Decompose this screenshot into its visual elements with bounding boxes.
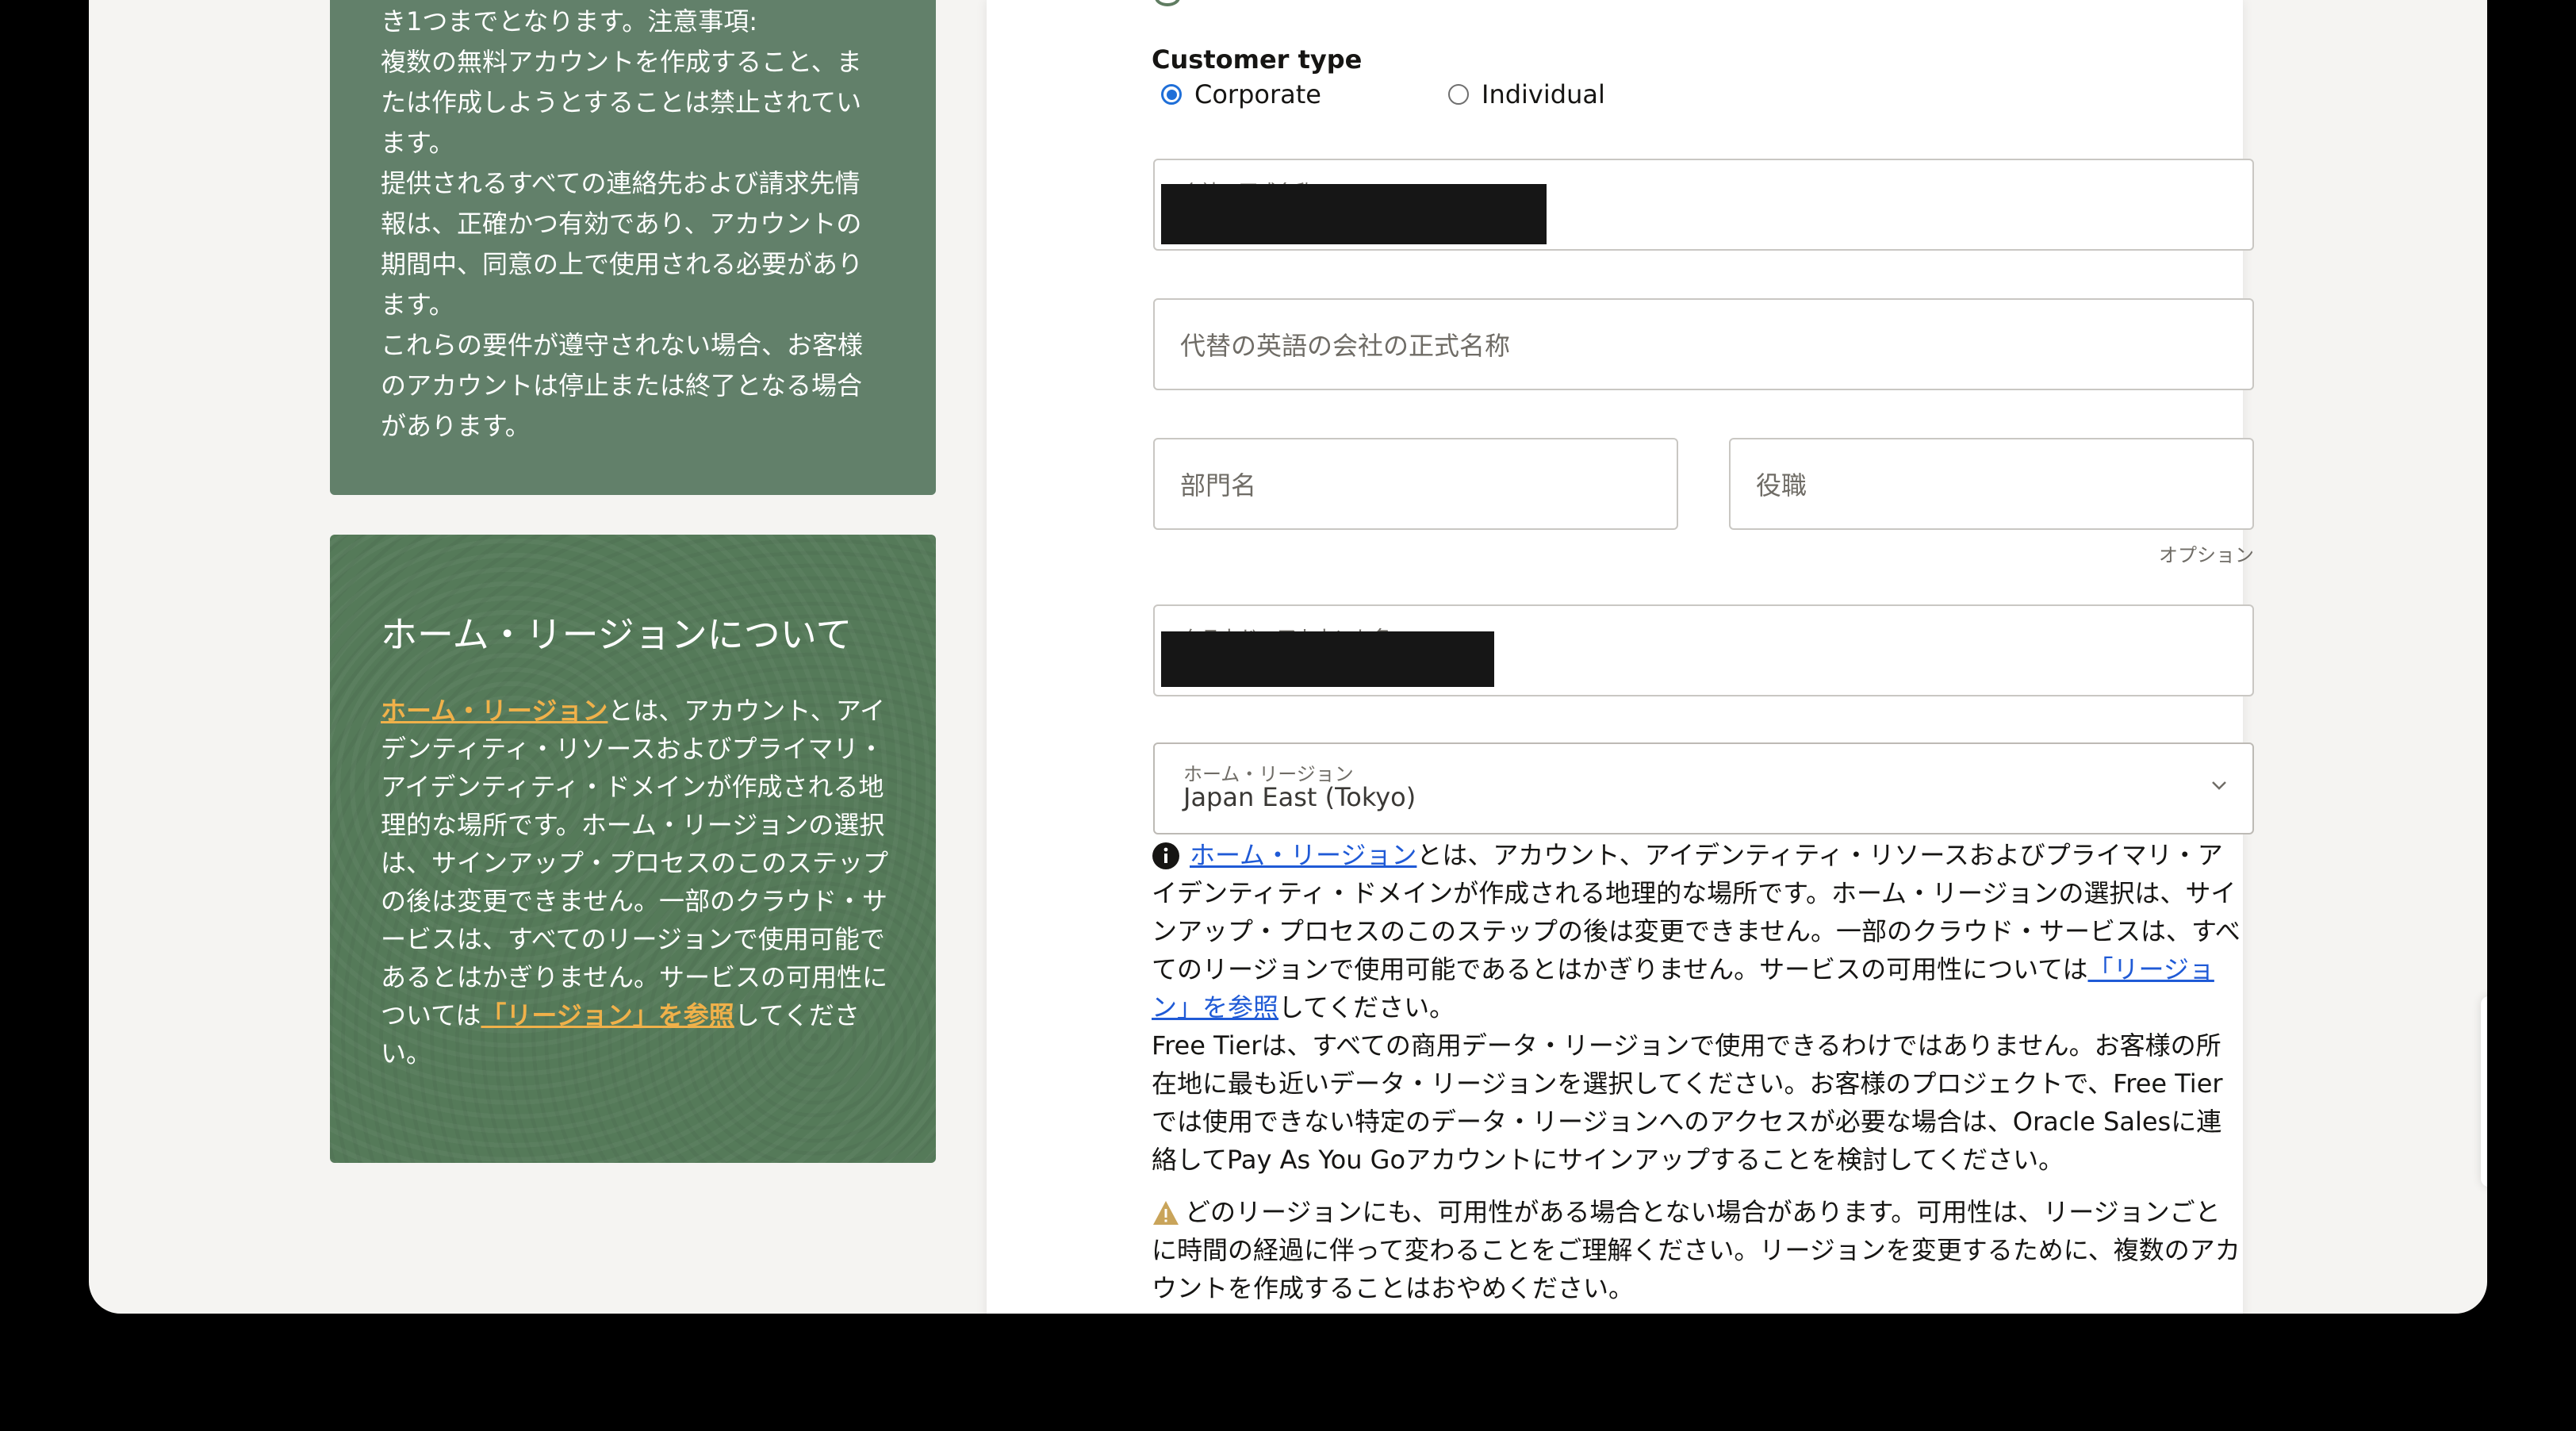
warning-icon — [1153, 1201, 1179, 1225]
notice-line: たは作成しようとすることは禁止されてい — [381, 87, 862, 117]
notice-line: があります。 — [381, 411, 531, 441]
radio-corporate-label: Corporate — [1194, 79, 1321, 109]
radio-edge-partial — [1155, 0, 1180, 6]
free-account-notice-panel: き1つまでとなります。注意事項: 複数の無料アカウントを作成すること、ま たは作… — [330, 0, 936, 495]
notice-line: 報は、正確かつ有効であり、アカウントの — [381, 209, 862, 239]
browser-window: き1つまでとなります。注意事項: 複数の無料アカウントを作成すること、ま たは作… — [89, 0, 2487, 1314]
redacted-value — [1161, 631, 1494, 687]
info-icon — [1152, 842, 1179, 869]
alt-company-name-input[interactable]: 代替の英語の会社の正式名称 — [1153, 298, 2254, 390]
signup-form-card: Customer type Corporate Individual 会社の正式… — [987, 0, 2254, 1314]
radio-individual-control[interactable] — [1448, 84, 1469, 105]
home-region-info-paragraph: ホーム・リージョンとは、アカウント、アイデンティティ・リソースおよびプライマリ・… — [1152, 836, 2243, 1026]
home-region-link[interactable]: ホーム・リージョン — [1190, 840, 1416, 870]
warning-text: どのリージョンにも、可用性がある場合とない場合があります。可用性は、リージョンご… — [1152, 1197, 2241, 1303]
notice-line: 提供されるすべての連絡先および請求先情 — [381, 168, 861, 198]
department-input[interactable]: 部門名 — [1153, 438, 1678, 530]
job-title-input[interactable]: 役職 — [1729, 438, 2254, 530]
regions-reference-link[interactable]: 「リージョン」を参照 — [481, 1000, 734, 1030]
optional-hint: オプション — [2159, 544, 2254, 566]
contact-widget — [2481, 996, 2487, 1187]
home-region-link[interactable]: ホーム・リージョン — [381, 696, 608, 726]
home-region-info-text-end: してください。 — [1278, 992, 1455, 1022]
notice-line: 期間中、同意の上で使用される必要があり — [381, 249, 864, 279]
company-name-field[interactable]: 会社の正式名称 — [1153, 159, 2254, 251]
home-region-info: ホーム・リージョンとは、アカウント、アイデンティティ・リソースおよびプライマリ・… — [1152, 836, 2243, 1179]
customer-type-label: Customer type — [1152, 44, 1363, 75]
chevron-down-icon — [2212, 781, 2226, 790]
home-region-panel-text: ホーム・リージョンとは、アカウント、アイデンティティ・リソースおよびプライマリ・… — [381, 692, 888, 1072]
home-region-description: とは、アカウント、アイデンティティ・リソースおよびプライマリ・アイデンティティ・… — [381, 696, 889, 1030]
home-region-panel-title: ホーム・リージョンについて — [381, 613, 853, 656]
notice-line: ます。 — [381, 128, 454, 158]
home-region-select-value: Japan East (Tokyo) — [1183, 782, 1416, 812]
radio-corporate[interactable]: Corporate — [1161, 79, 1321, 109]
notice-line: ます。 — [381, 290, 454, 320]
notice-line: のアカウントは停止または終了となる場合 — [381, 370, 863, 401]
notice-line: 複数の無料アカウントを作成すること、ま — [381, 47, 862, 77]
cloud-account-name-field[interactable]: クラウド・アカウント名 — [1153, 604, 2254, 696]
radio-individual-label: Individual — [1482, 79, 1605, 109]
job-title-placeholder: 役職 — [1756, 470, 1807, 501]
home-region-select[interactable]: ホーム・リージョン Japan East (Tokyo) — [1153, 742, 2254, 834]
home-region-info-panel: ホーム・リージョンについて ホーム・リージョンとは、アカウント、アイデンティティ… — [330, 535, 936, 1163]
radio-individual[interactable]: Individual — [1448, 79, 1605, 109]
alt-company-name-placeholder: 代替の英語の会社の正式名称 — [1180, 331, 1511, 361]
notice-line: き1つまでとなります。注意事項: — [381, 6, 757, 36]
notice-line: これらの要件が遵守されない場合、お客様 — [381, 330, 864, 360]
region-availability-warning: どのリージョンにも、可用性がある場合とない場合があります。可用性は、リージョンご… — [1152, 1193, 2243, 1307]
radio-corporate-control[interactable] — [1161, 84, 1182, 105]
department-placeholder: 部門名 — [1180, 470, 1257, 501]
redacted-value — [1161, 184, 1547, 244]
free-tier-info: Free Tierは、すべての商用データ・リージョンで使用できるわけではありませ… — [1152, 1030, 2223, 1175]
